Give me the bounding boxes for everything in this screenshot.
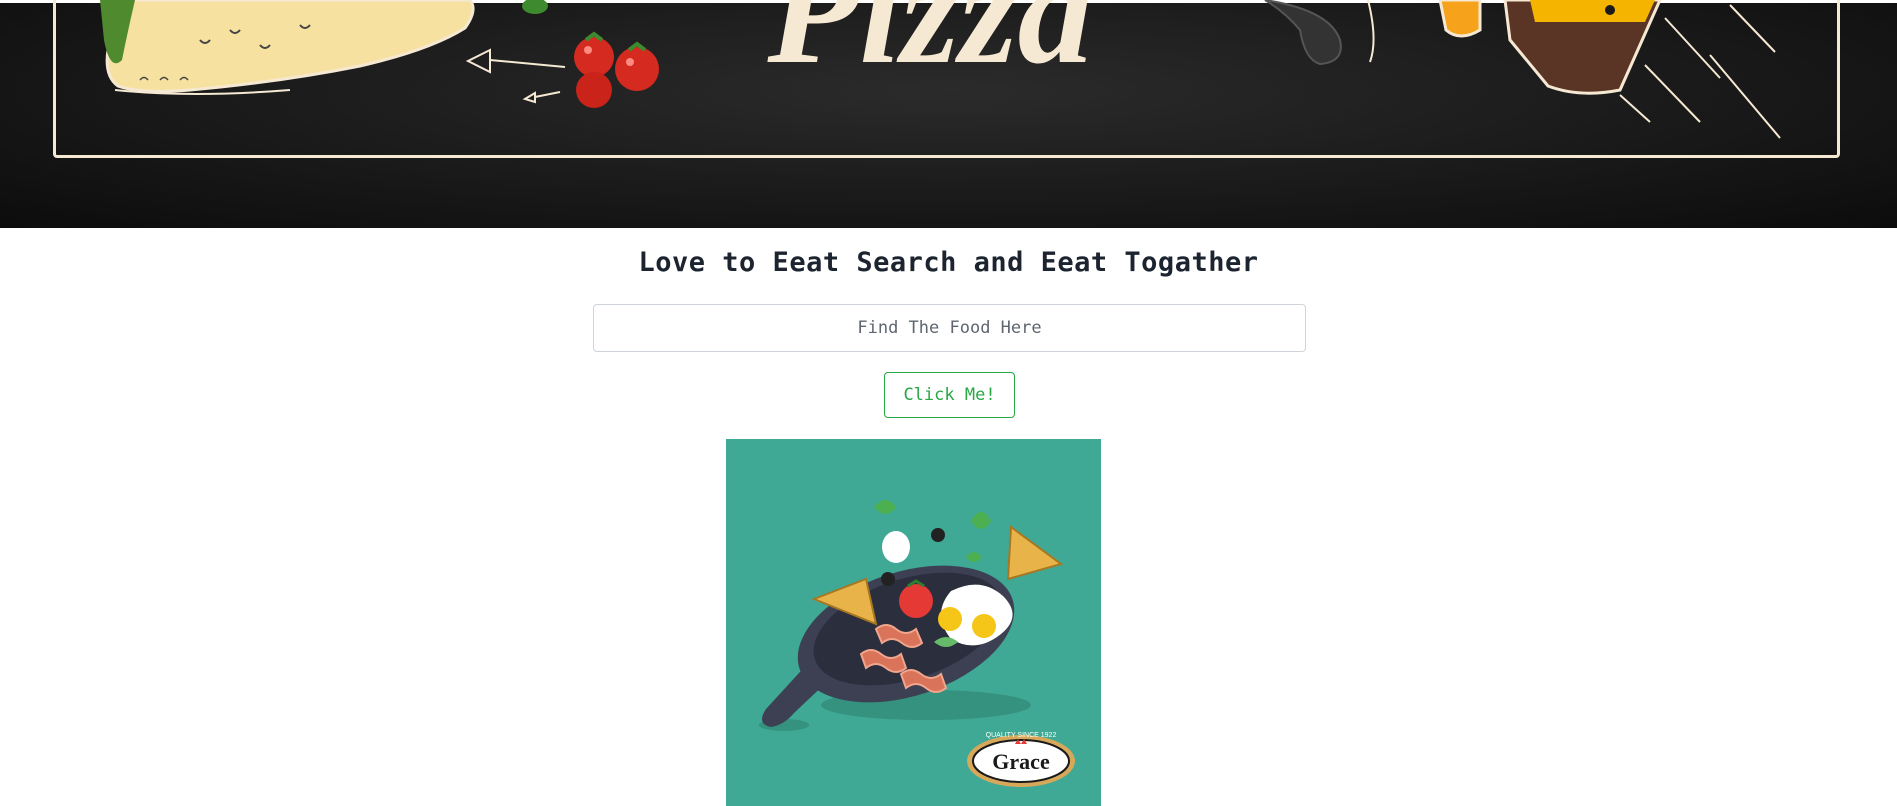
sandwich-illustration (100, 0, 475, 95)
pizza-title-lettering: Pizza (766, 0, 1092, 95)
garlic-shape (882, 531, 910, 563)
hero-banner: Pizza (0, 0, 1897, 228)
toast-right-shape (1006, 525, 1064, 581)
hero-illustration: Pizza (100, 0, 1781, 139)
chalk-arrows (465, 48, 566, 104)
grace-brand-text: Grace (992, 749, 1050, 774)
grace-brand-badge: Grace QUALITY SINCE 1922 (967, 732, 1075, 787)
click-me-button[interactable]: Click Me! (884, 372, 1015, 418)
leaf-shape (522, 0, 548, 14)
tomato-shape (899, 584, 933, 618)
grace-tagline-text: QUALITY SINCE 1922 (986, 732, 1057, 739)
page-headline: Love to Eeat Search and Eeat Togather (638, 247, 1259, 278)
drink-cup-illustration (1438, 0, 1662, 95)
tomato-cluster (574, 31, 659, 108)
utensil-shape (1264, 0, 1342, 66)
breakfast-pan-image: Grace QUALITY SINCE 1922 (726, 439, 1101, 806)
food-search-input[interactable] (593, 304, 1306, 352)
